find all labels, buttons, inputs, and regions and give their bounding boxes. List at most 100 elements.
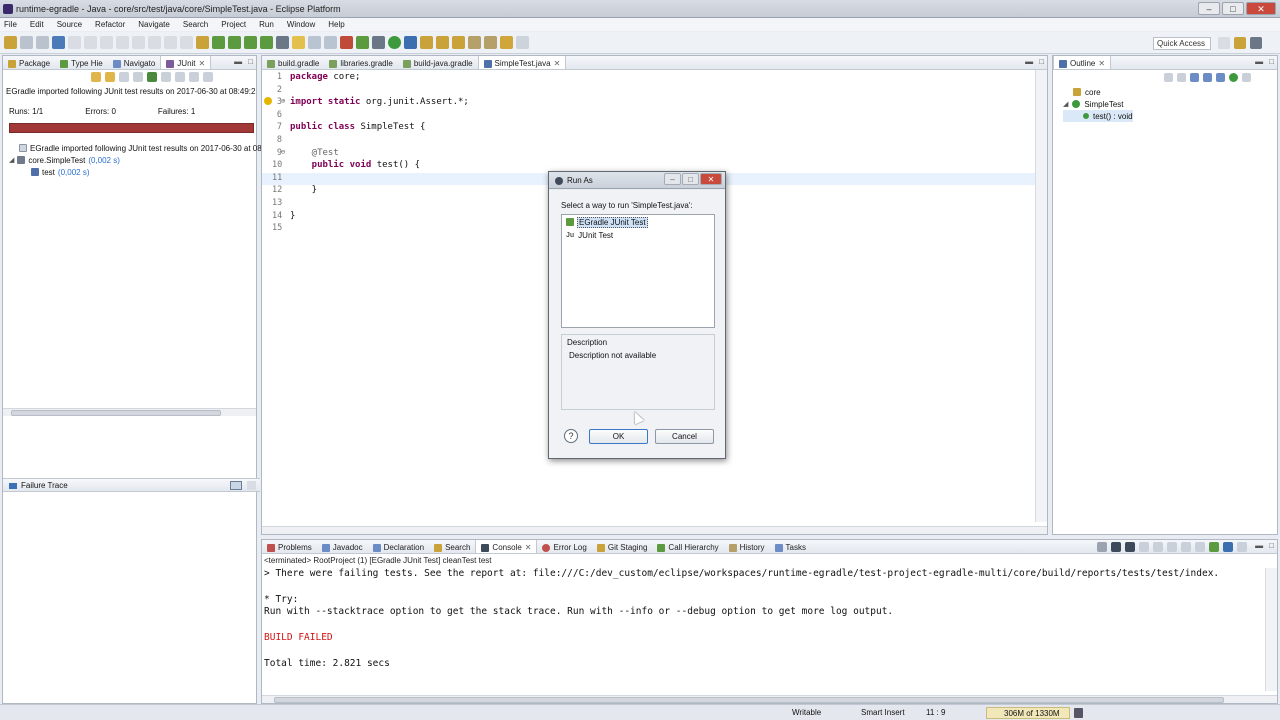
tab-declaration[interactable]: Declaration (368, 540, 429, 553)
java-perspective-icon[interactable] (1234, 37, 1246, 49)
outline-item[interactable]: test() : void (1063, 110, 1133, 122)
close-tab-icon[interactable]: ✕ (199, 59, 206, 68)
tree-item[interactable]: EGradle imported following JUnit test re… (5, 142, 262, 154)
previous-annotation-icon[interactable] (484, 36, 497, 49)
tab-type-hierarchy[interactable]: Type Hie (55, 56, 108, 69)
menu-refactor[interactable]: Refactor (95, 20, 125, 29)
tab-tasks[interactable]: Tasks (770, 540, 811, 553)
code-line[interactable]: 3 ⊕ import static org.junit.Assert.*; (262, 97, 1035, 109)
tab-outline[interactable]: Outline ✕ (1053, 56, 1112, 69)
menu-navigate[interactable]: Navigate (138, 20, 170, 29)
close-tab-icon[interactable]: ✕ (1098, 59, 1105, 68)
collapse-icon[interactable]: ◢ (1063, 100, 1068, 108)
menu-source[interactable]: Source (57, 20, 82, 29)
code-line[interactable]: 9 ⊖ @Test (262, 148, 1035, 160)
option-junit-test[interactable]: Ju JUnit Test (562, 229, 714, 241)
close-tab-icon[interactable]: ✕ (525, 543, 532, 552)
maximize-view-icon[interactable]: □ (248, 57, 253, 66)
close-window-button[interactable]: ✕ (1246, 2, 1276, 15)
toggle-mark-occurrences-icon[interactable] (276, 36, 289, 49)
menu-search[interactable]: Search (183, 20, 208, 29)
open-type-icon[interactable] (420, 36, 433, 49)
rerun-test-icon[interactable] (147, 72, 157, 82)
gradle-icon[interactable] (196, 36, 209, 49)
code-line[interactable]: 2 (262, 85, 1035, 97)
remove-all-terminated-icon[interactable] (1125, 542, 1135, 552)
tree-item[interactable]: test (0,002 s) (5, 166, 262, 178)
tree-item[interactable]: ◢ core.SimpleTest (0,002 s) (5, 154, 262, 166)
tab-search[interactable]: Search (429, 540, 475, 553)
gradle-run-icon[interactable] (260, 36, 273, 49)
maximize-view-icon[interactable]: □ (1269, 57, 1274, 66)
hide-fields-icon[interactable] (1190, 73, 1199, 82)
open-task-icon[interactable] (436, 36, 449, 49)
console-horizontal-scrollbar[interactable] (262, 695, 1277, 703)
rerun-failed-first-icon[interactable] (161, 72, 171, 82)
terminate-icon[interactable] (116, 36, 129, 49)
fold-toggle-icon[interactable]: ⊖ (281, 148, 285, 156)
back-icon[interactable] (500, 36, 513, 49)
tab-call-hierarchy[interactable]: Call Hierarchy (652, 540, 723, 553)
tab-history[interactable]: History (724, 540, 770, 553)
scroll-lock-icon[interactable] (133, 72, 143, 82)
minimize-view-icon[interactable]: ▬ (1025, 57, 1033, 66)
scroll-thumb[interactable] (274, 697, 1224, 703)
step-return-icon[interactable] (180, 36, 193, 49)
display-console-icon[interactable] (1223, 542, 1233, 552)
terminate-icon[interactable] (1097, 542, 1107, 552)
code-line[interactable]: 6 (262, 110, 1035, 122)
previous-failure-icon[interactable] (105, 72, 115, 82)
debug-perspective-icon[interactable] (1250, 37, 1262, 49)
hide-static-icon[interactable] (1203, 73, 1212, 82)
menu-project[interactable]: Project (221, 20, 246, 29)
show-failures-only-icon[interactable] (119, 72, 129, 82)
run-icon[interactable] (388, 36, 401, 49)
minimize-view-icon[interactable]: ▬ (1255, 57, 1263, 66)
option-egradle-junit-test[interactable]: EGradle JUnit Test (562, 216, 714, 228)
fold-toggle-icon[interactable]: ⊕ (281, 97, 285, 105)
minimize-view-icon[interactable]: ▬ (1255, 541, 1263, 550)
hide-local-types-icon[interactable] (1229, 73, 1238, 82)
code-line[interactable]: 8 (262, 135, 1035, 147)
minimize-view-icon[interactable]: ▬ (234, 57, 242, 66)
search-icon[interactable] (452, 36, 465, 49)
next-failure-icon[interactable] (91, 72, 101, 82)
disconnect-icon[interactable] (132, 36, 145, 49)
resume-icon[interactable] (84, 36, 97, 49)
save-icon[interactable] (20, 36, 33, 49)
pin-console-icon[interactable] (1209, 542, 1219, 552)
help-icon[interactable]: ? (564, 429, 578, 443)
dialog-close-button[interactable]: ✕ (700, 173, 722, 185)
maximize-view-icon[interactable]: □ (1269, 541, 1274, 550)
new-icon[interactable] (4, 36, 17, 49)
menu-help[interactable]: Help (328, 20, 344, 29)
tab-build-gradle[interactable]: build.gradle (262, 56, 324, 69)
menu-window[interactable]: Window (287, 20, 315, 29)
gradle-tasks-icon[interactable] (244, 36, 257, 49)
run-external-tool-icon[interactable] (404, 36, 417, 49)
step-into-icon[interactable] (148, 36, 161, 49)
next-annotation-icon[interactable] (468, 36, 481, 49)
history-icon[interactable] (189, 72, 199, 82)
tab-package-explorer[interactable]: Package (3, 56, 55, 69)
maximize-button[interactable]: □ (1222, 2, 1244, 15)
view-menu-icon[interactable] (1242, 73, 1251, 82)
run-gc-icon[interactable] (1074, 708, 1083, 718)
tab-build-java-gradle[interactable]: build-java.gradle (398, 56, 478, 69)
tab-navigator[interactable]: Navigato (108, 56, 161, 69)
code-line[interactable]: 1 package core; (262, 72, 1035, 84)
outline-item[interactable]: core (1063, 86, 1133, 98)
gradle-refresh-icon[interactable] (212, 36, 225, 49)
tab-error-log[interactable]: Error Log (537, 540, 591, 553)
collapse-all-icon[interactable] (1164, 73, 1173, 82)
minimize-button[interactable]: – (1198, 2, 1220, 15)
maximize-view-icon[interactable]: □ (1039, 57, 1044, 66)
tab-libraries-gradle[interactable]: libraries.gradle (324, 56, 397, 69)
tab-problems[interactable]: Problems (262, 540, 317, 553)
tab-git-staging[interactable]: Git Staging (592, 540, 653, 553)
view-menu-icon[interactable] (203, 72, 213, 82)
skip-breakpoints-icon[interactable] (68, 36, 81, 49)
close-tab-icon[interactable]: ✕ (554, 59, 561, 68)
clear-console-icon[interactable] (1139, 542, 1149, 552)
console-vertical-scrollbar[interactable] (1265, 568, 1277, 691)
